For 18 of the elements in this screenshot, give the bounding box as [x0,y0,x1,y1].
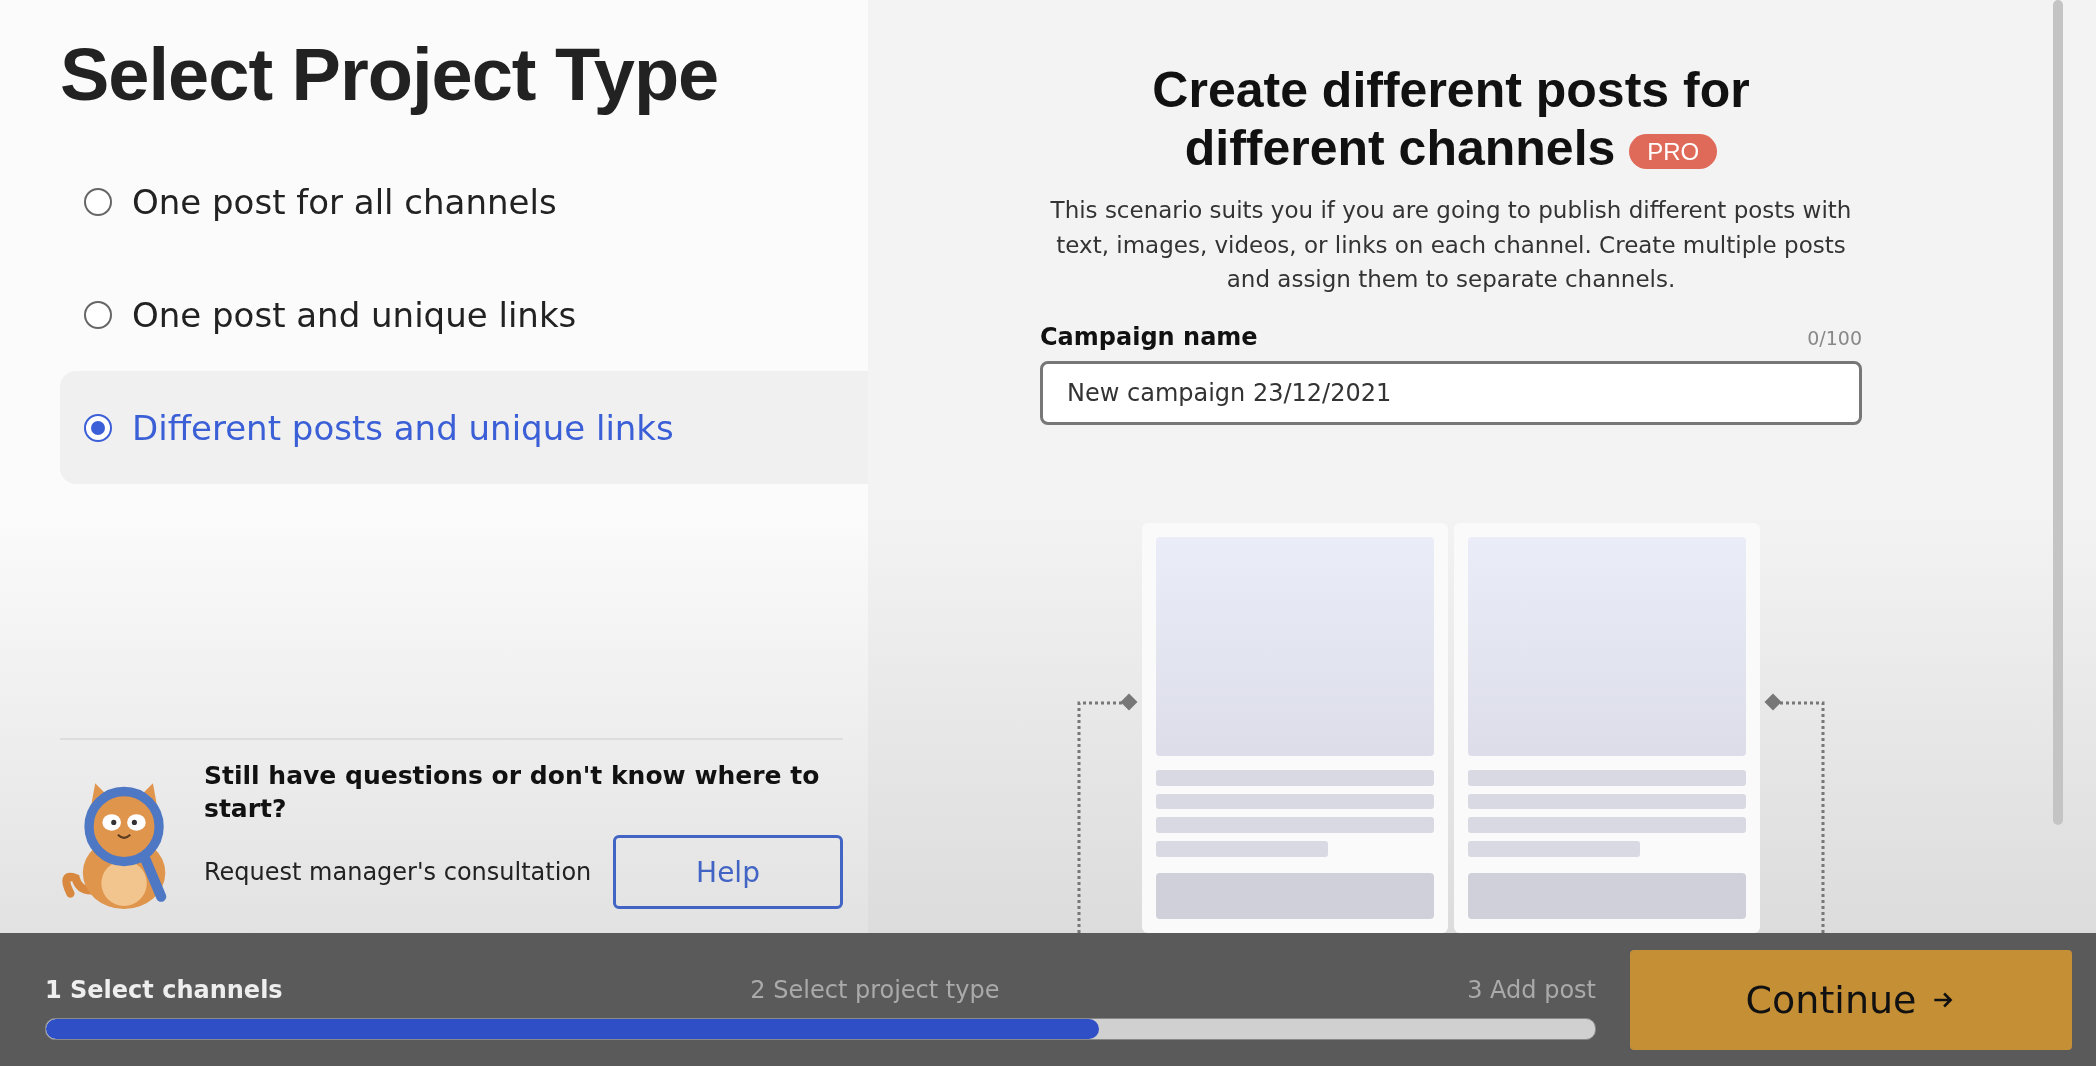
scrollbar-thumb[interactable] [2053,0,2063,825]
help-question: Still have questions or don't know where to start? [204,760,821,825]
scenario-description: This scenario suits you if you are going to publish different posts with text, images, videos, or links on each channel. Create multiple posts and assign them to separate channels. [1049,196,1853,294]
project-type-option[interactable]: Different posts and unique links [60,371,868,484]
step-label: 3 Add post [1467,975,1596,1004]
field-label: Campaign name [1040,322,1258,351]
pro-badge: PRO [1629,133,1718,170]
help-text: Request manager's consultation [204,858,592,886]
continue-button[interactable]: Continue [1630,949,2072,1050]
help-button[interactable]: Help [613,835,843,909]
step-label: 1 Select channels [45,975,283,1004]
page-title: Select Project Type [60,32,720,117]
scenario-heading: Create different posts for different channels PRO [1151,62,1751,177]
project-type-option[interactable]: One post for all channels [60,145,868,258]
character-counter: 0/100 [1807,326,1862,349]
project-type-option[interactable]: One post and unique links [60,258,868,371]
campaign-name-field[interactable]: New campaign 23/12/2021 [1040,360,1862,425]
step-label: 2 Select project type [750,975,1000,1004]
